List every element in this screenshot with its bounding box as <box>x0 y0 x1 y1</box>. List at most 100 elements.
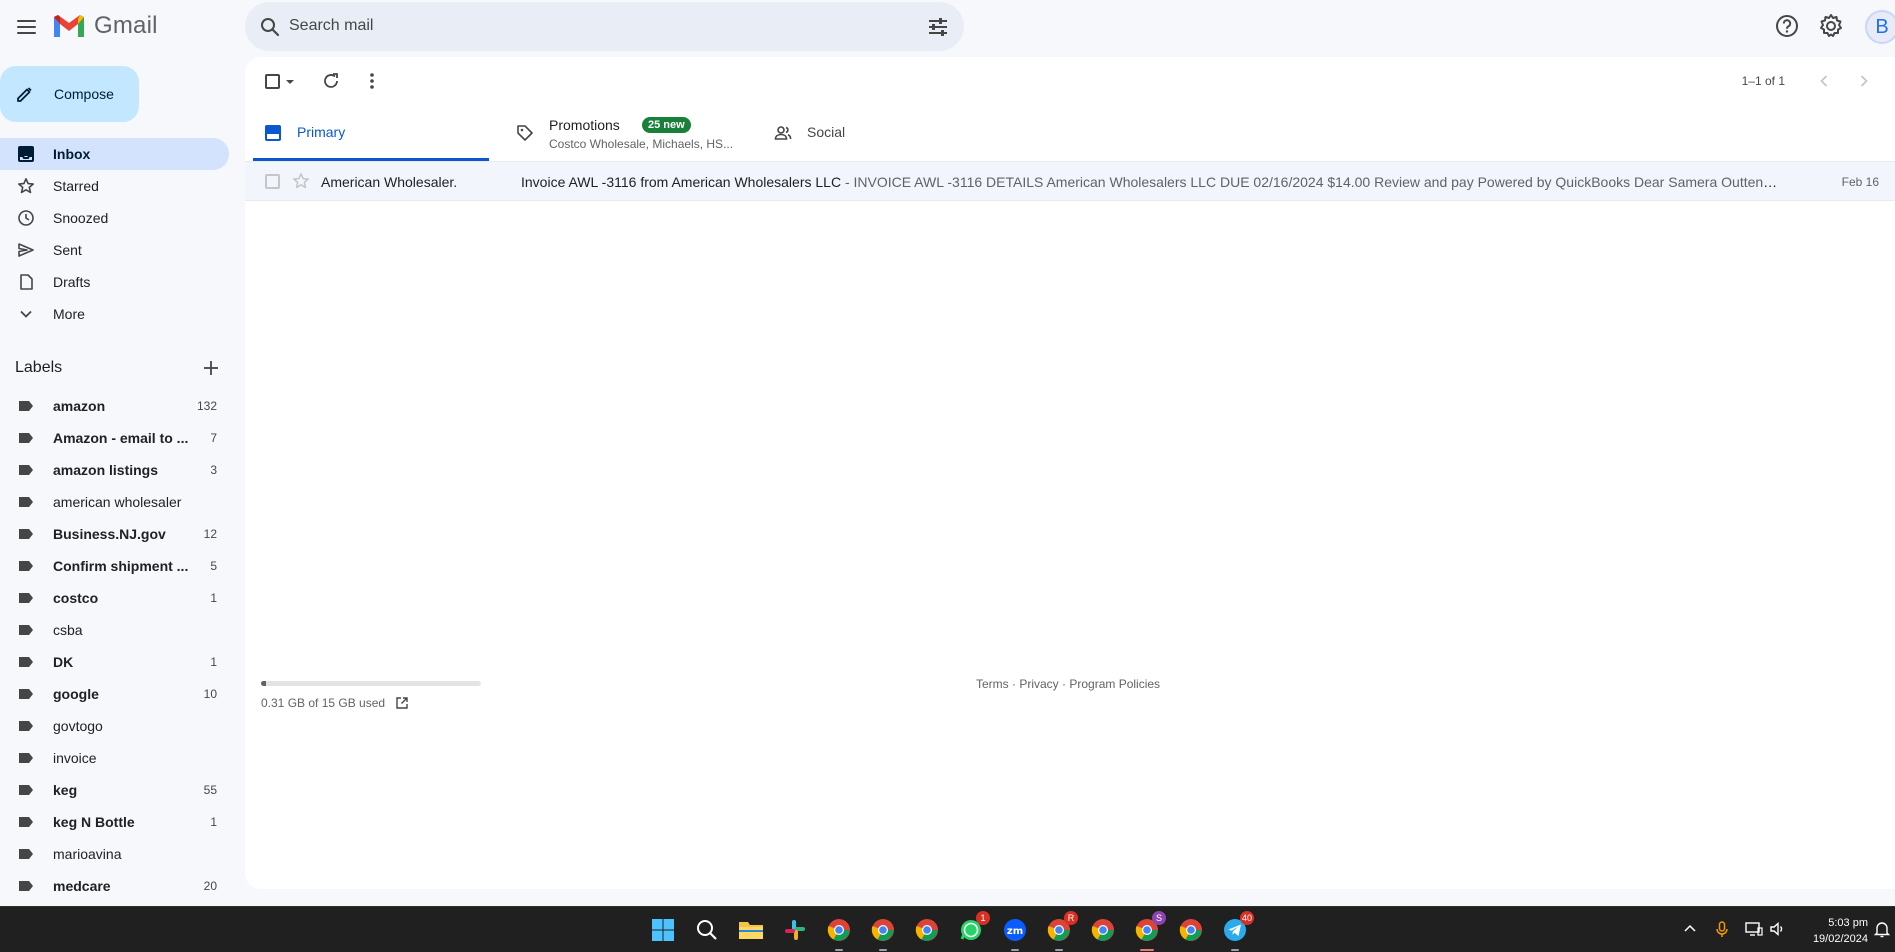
label-item[interactable]: marioavina <box>0 838 229 870</box>
label-tag-icon <box>19 721 33 731</box>
add-label-icon[interactable] <box>199 356 223 380</box>
label-tag-icon <box>19 593 33 603</box>
label-name: american wholesaler <box>53 494 182 510</box>
settings-gear-icon[interactable] <box>1818 13 1844 39</box>
email-sender: American Wholesaler. <box>321 174 458 190</box>
label-tag-icon <box>19 529 33 539</box>
search-input[interactable] <box>289 12 849 40</box>
taskbar-chrome-active[interactable]: S <box>1132 911 1166 951</box>
label-item[interactable]: keg N Bottle 1 <box>0 806 229 838</box>
label-item[interactable]: invoice <box>0 742 229 774</box>
start-button[interactable] <box>648 915 678 945</box>
slack-icon <box>785 920 805 940</box>
label-item[interactable]: Confirm shipment ... 5 <box>0 550 229 582</box>
label-item[interactable]: keg 55 <box>0 774 229 806</box>
label-count: 7 <box>210 431 217 445</box>
label-item[interactable]: american wholesaler <box>0 486 229 518</box>
compose-button[interactable]: Compose <box>0 66 139 122</box>
search-icon[interactable] <box>258 15 282 39</box>
storage-text: 0.31 GB of 15 GB used <box>261 696 386 710</box>
select-all-checkbox[interactable] <box>265 74 280 89</box>
label-tag-icon <box>19 817 33 827</box>
microphone-icon[interactable] <box>1712 919 1732 939</box>
taskbar-chrome-6[interactable] <box>1176 915 1206 945</box>
label-count: 1 <box>210 815 217 829</box>
label-item[interactable]: google 10 <box>0 678 229 710</box>
label-item[interactable]: medcare 20 <box>0 870 229 902</box>
taskbar-chrome-1[interactable] <box>824 915 854 951</box>
email-checkbox[interactable] <box>265 174 280 189</box>
label-item[interactable]: amazon 132 <box>0 390 229 422</box>
app-name: Gmail <box>94 12 158 39</box>
windows-logo-icon <box>652 919 674 941</box>
tab-promotions[interactable]: Promotions 25 new Costco Wholesale, Mich… <box>505 105 757 161</box>
label-item[interactable]: amazon listings 3 <box>0 454 229 486</box>
nav-item-inbox[interactable]: Inbox <box>0 138 229 170</box>
new-count-badge: 25 new <box>642 117 691 133</box>
taskbar-chrome-3[interactable] <box>912 915 942 945</box>
refresh-icon[interactable] <box>320 70 342 92</box>
gmail-logo[interactable]: Gmail <box>52 12 158 40</box>
storage-bar <box>261 681 481 686</box>
clock-time: 5:03 pm <box>1828 917 1868 929</box>
taskbar-chrome-5[interactable] <box>1088 915 1118 945</box>
label-tag-icon <box>19 753 33 763</box>
chevron-right-icon[interactable] <box>1853 70 1875 92</box>
tab-primary[interactable]: Primary <box>253 105 489 161</box>
nav-item-sent[interactable]: Sent <box>0 234 229 266</box>
chevron-left-icon[interactable] <box>1813 70 1835 92</box>
show-hidden-icons-icon[interactable] <box>1680 919 1700 939</box>
nav-item-snoozed[interactable]: Snoozed <box>0 202 229 234</box>
taskbar-search[interactable] <box>692 915 722 945</box>
open-external-icon[interactable] <box>395 696 409 710</box>
taskbar-whatsapp[interactable]: 1 <box>956 911 990 945</box>
label-item[interactable]: govtogo <box>0 710 229 742</box>
volume-icon[interactable] <box>1768 919 1788 939</box>
search-options-icon[interactable] <box>926 15 950 39</box>
nav-label: Sent <box>53 242 82 258</box>
label-item[interactable]: Business.NJ.gov 12 <box>0 518 229 550</box>
label-item[interactable]: csba <box>0 614 229 646</box>
label-count: 1 <box>210 591 217 605</box>
taskbar-chrome-4[interactable]: R <box>1044 911 1078 951</box>
top-bar: Gmail B <box>0 0 1895 54</box>
nav-label: More <box>53 306 85 322</box>
label-item[interactable]: costco 1 <box>0 582 229 614</box>
taskbar-slack[interactable] <box>780 915 810 945</box>
windows-taskbar: 1 zm R S 40 5:03 pm 19/02/2024 <box>0 906 1895 952</box>
taskbar-file-explorer[interactable] <box>736 915 766 945</box>
program-policies-link[interactable]: Program Policies <box>1069 677 1160 691</box>
label-tag-icon <box>19 625 33 635</box>
account-avatar[interactable]: B <box>1865 10 1895 44</box>
notification-bell-icon[interactable] <box>1872 919 1892 939</box>
svg-text:zm: zm <box>1007 926 1023 937</box>
search-bar[interactable] <box>245 2 964 51</box>
nav-item-more[interactable]: More <box>0 298 229 330</box>
label-count: 5 <box>210 559 217 573</box>
taskbar-zoom[interactable]: zm <box>1000 915 1030 951</box>
nav-item-drafts[interactable]: Drafts <box>0 266 229 298</box>
main-menu-button[interactable] <box>12 13 40 41</box>
star-icon <box>18 178 34 194</box>
label-name: amazon listings <box>53 462 159 478</box>
nav-item-starred[interactable]: Starred <box>0 170 229 202</box>
email-row[interactable]: American Wholesaler. Invoice AWL -3116 f… <box>245 161 1895 201</box>
label-item[interactable]: DK 1 <box>0 646 229 678</box>
system-clock[interactable]: 5:03 pm 19/02/2024 <box>1794 915 1868 947</box>
taskbar-chrome-2[interactable] <box>868 915 898 951</box>
privacy-link[interactable]: Privacy <box>1019 677 1058 691</box>
select-menu-caret-icon[interactable] <box>285 78 295 86</box>
label-item[interactable]: Amazon - email to ... 7 <box>0 422 229 454</box>
label-name: keg N Bottle <box>53 814 135 830</box>
more-options-icon[interactable] <box>361 70 383 92</box>
network-icon[interactable] <box>1744 919 1764 939</box>
terms-link[interactable]: Terms <box>976 677 1009 691</box>
label-tag-icon <box>19 465 33 475</box>
mail-toolbar: 1–1 of 1 <box>245 57 1895 105</box>
labels-list: amazon 132 Amazon - email to ... 7 amazon li… <box>0 390 229 902</box>
tab-social[interactable]: Social <box>763 105 1015 161</box>
taskbar-telegram[interactable]: 40 <box>1220 911 1254 951</box>
star-icon[interactable] <box>292 172 310 190</box>
chrome-profile-badge: R <box>1064 911 1078 925</box>
help-icon[interactable] <box>1774 13 1800 39</box>
